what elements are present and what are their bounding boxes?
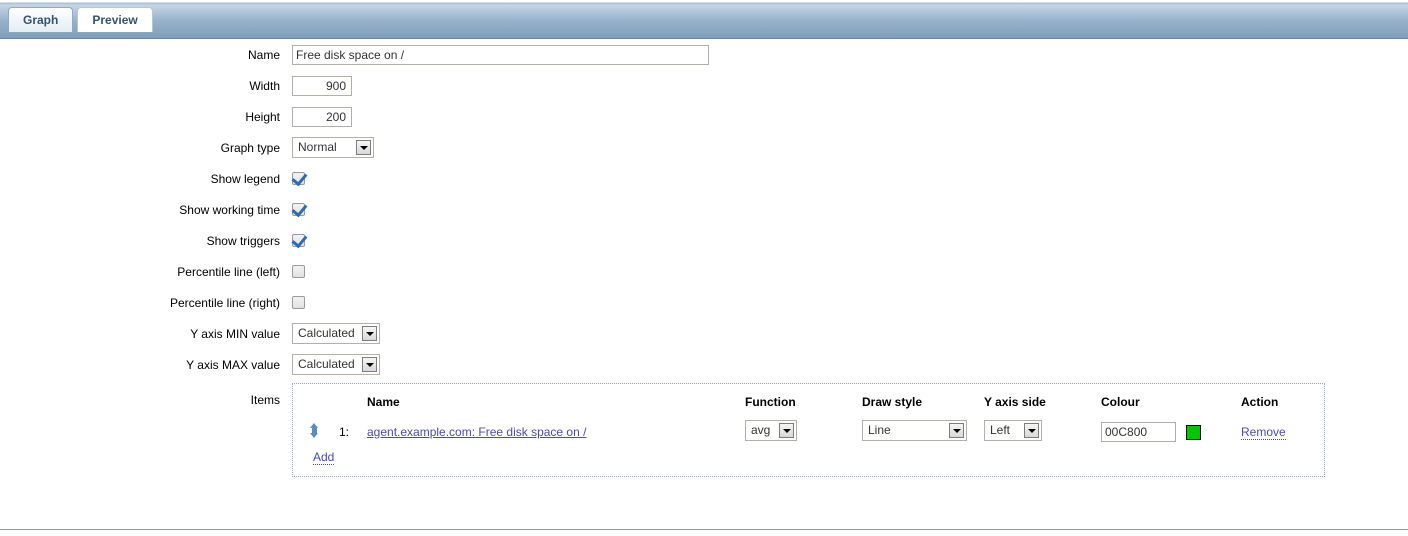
items-header-function: Function (745, 395, 796, 409)
field-percentile-right (292, 296, 1408, 309)
items-header-draw-style: Draw style (862, 395, 923, 409)
row-show-legend: Show legend (0, 163, 1408, 194)
label-items: Items (250, 393, 280, 407)
item-colour-input[interactable] (1101, 421, 1176, 442)
row-y-axis-min: Y axis MIN value Calculated (0, 318, 1408, 349)
label-percentile-left: Percentile line (left) (177, 264, 280, 279)
items-table: Name Function Draw style Y axis side Col… (293, 384, 1324, 476)
items-header-row: Name Function Draw style Y axis side Col… (293, 384, 1324, 417)
graph-type-select[interactable]: Normal (292, 137, 374, 158)
chevron-down-icon (1024, 423, 1039, 438)
item-remove-link[interactable]: Remove (1241, 424, 1286, 440)
row-graph-type: Graph type Normal (0, 132, 1408, 163)
tab-bar: Graph Preview (0, 0, 1408, 39)
label-y-axis-max: Y axis MAX value (186, 357, 280, 372)
show-legend-checkbox[interactable] (292, 172, 305, 185)
percentile-left-checkbox[interactable] (292, 265, 305, 278)
show-triggers-checkbox[interactable] (292, 234, 305, 247)
row-show-working-time: Show working time (0, 194, 1408, 225)
item-name-link[interactable]: agent.example.com: Free disk space on / (367, 425, 586, 439)
chevron-down-icon (949, 423, 964, 438)
drag-handle-icon[interactable] (309, 422, 320, 438)
row-height: Height (0, 101, 1408, 132)
row-percentile-right: Percentile line (right) (0, 287, 1408, 318)
items-box: Name Function Draw style Y axis side Col… (292, 383, 1325, 477)
items-header-action: Action (1241, 395, 1279, 409)
name-input[interactable] (292, 44, 709, 65)
bottom-separator (0, 529, 1408, 530)
items-add-row: Add (293, 446, 1324, 476)
table-row: 1: agent.example.com: Free disk space on… (293, 417, 1324, 446)
tab-graph-label: Graph (23, 13, 59, 27)
item-drag-cell (293, 417, 339, 446)
add-item-link[interactable]: Add (313, 450, 335, 465)
item-name-cell: agent.example.com: Free disk space on / (367, 417, 745, 446)
field-y-axis-min: Calculated (292, 323, 1408, 344)
row-y-axis-max: Y axis MAX value Calculated (0, 349, 1408, 380)
label-show-triggers: Show triggers (206, 233, 280, 248)
row-show-triggers: Show triggers (0, 225, 1408, 256)
y-axis-max-select[interactable]: Calculated (292, 354, 380, 375)
label-y-axis-min: Y axis MIN value (190, 326, 280, 341)
item-y-axis-side-cell: Left (984, 417, 1101, 446)
graph-form: Name Width Height Graph type Normal Show… (0, 39, 1408, 477)
items-header-handle (293, 384, 339, 417)
percentile-right-checkbox[interactable] (292, 296, 305, 309)
item-draw-style-select[interactable]: Line (862, 420, 967, 441)
tab-graph[interactable]: Graph (8, 7, 74, 32)
row-name: Name (0, 39, 1408, 70)
field-height (292, 106, 1408, 127)
y-axis-min-select[interactable]: Calculated (292, 323, 380, 344)
chevron-down-icon (362, 326, 377, 341)
item-y-axis-side-select[interactable]: Left (984, 420, 1042, 441)
width-input[interactable] (292, 75, 352, 96)
row-items: Items Name Function Draw style Y axis si… (0, 383, 1408, 477)
items-header-y-axis-side: Y axis side (984, 395, 1046, 409)
items-header-colour: Colour (1101, 395, 1140, 409)
item-function-cell: avg (745, 417, 862, 446)
label-width: Width (249, 78, 280, 93)
label-graph-type: Graph type (220, 140, 280, 155)
field-name (292, 44, 1408, 65)
item-colour-swatch[interactable] (1186, 424, 1202, 440)
field-show-working-time (292, 203, 1408, 216)
items-header-num (339, 384, 367, 417)
label-height: Height (245, 109, 280, 124)
tab-preview[interactable]: Preview (77, 7, 153, 32)
item-function-select[interactable]: avg (745, 420, 797, 441)
chevron-down-icon (362, 357, 377, 372)
field-percentile-left (292, 265, 1408, 278)
show-working-time-checkbox[interactable] (292, 203, 305, 216)
tab-preview-label: Preview (92, 13, 138, 27)
label-name: Name (247, 47, 280, 62)
item-index: 1: (339, 424, 350, 439)
item-action-cell: Remove (1241, 417, 1324, 446)
items-add-cell: Add (293, 446, 1324, 476)
item-draw-style-cell: Line (862, 417, 984, 446)
field-show-triggers (292, 234, 1408, 247)
row-percentile-left: Percentile line (left) (0, 256, 1408, 287)
label-show-legend: Show legend (210, 171, 280, 186)
field-y-axis-max: Calculated (292, 354, 1408, 375)
row-width: Width (0, 70, 1408, 101)
field-graph-type: Normal (292, 137, 1408, 158)
field-show-legend (292, 172, 1408, 185)
items-header-name: Name (367, 395, 400, 409)
label-show-working-time: Show working time (179, 202, 280, 217)
chevron-down-icon (779, 423, 794, 438)
height-input[interactable] (292, 106, 352, 127)
chevron-down-icon (356, 140, 371, 155)
item-colour-cell (1101, 417, 1241, 446)
field-width (292, 75, 1408, 96)
label-percentile-right: Percentile line (right) (169, 295, 280, 310)
tab-list: Graph Preview (8, 7, 157, 32)
